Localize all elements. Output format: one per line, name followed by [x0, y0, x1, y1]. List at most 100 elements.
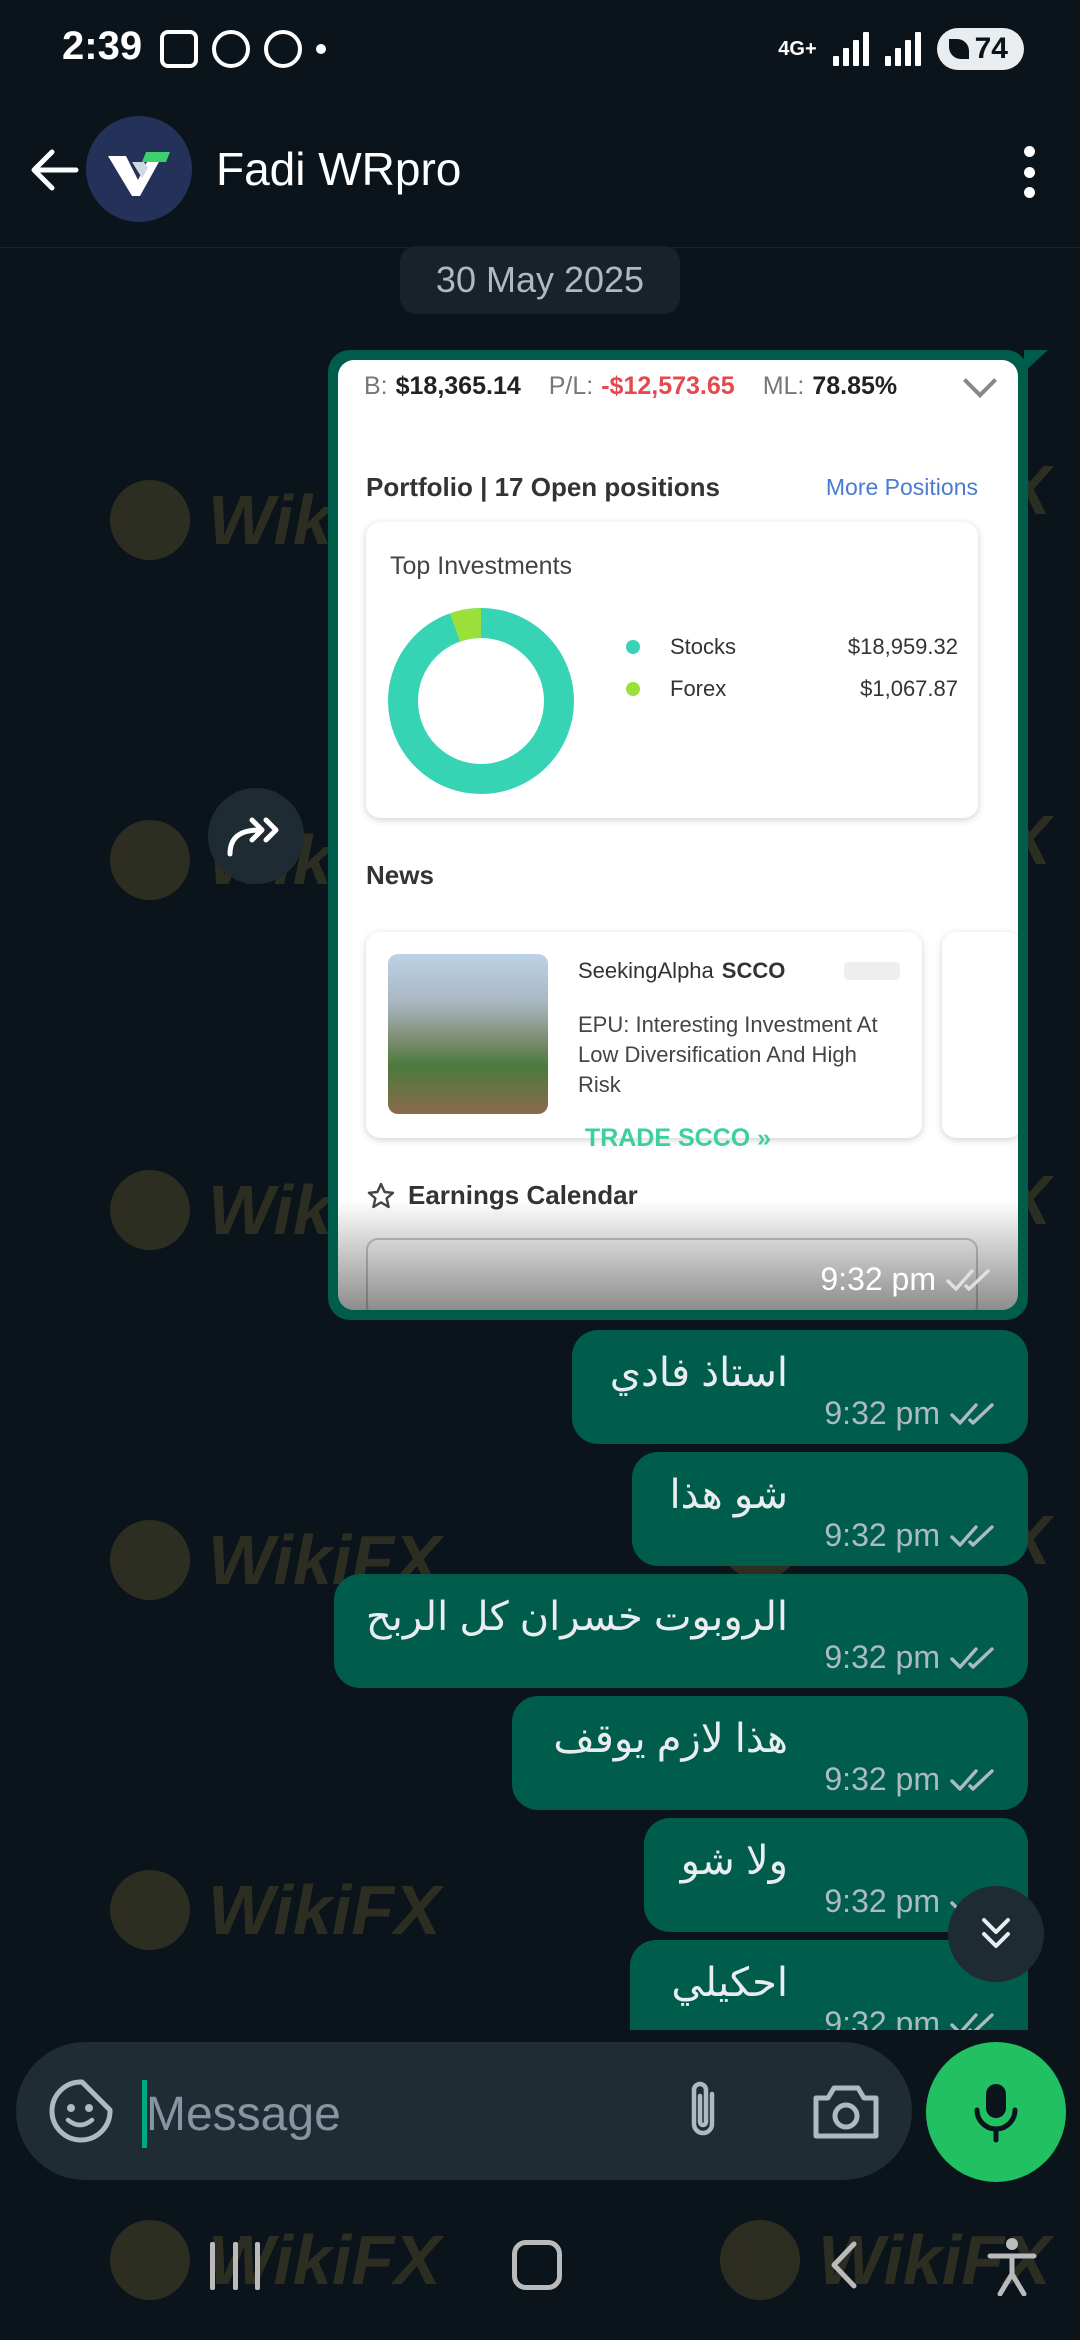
- more-positions-link: More Positions: [825, 474, 978, 500]
- legend-row-stocks: Stocks $18,959.32: [626, 626, 958, 668]
- top-investments-title: Top Investments: [390, 552, 573, 580]
- power-saving-icon: [948, 39, 969, 59]
- image-message-meta: 9:32 pm: [820, 1261, 996, 1298]
- news-headline: EPU: Interesting Investment At Low Diver…: [578, 1012, 878, 1097]
- message-text: احكيلي: [671, 1961, 788, 2005]
- message-text: شو هذا: [669, 1473, 789, 1517]
- legend-value: $18,959.32: [847, 634, 958, 659]
- camera-icon[interactable]: [806, 2076, 886, 2146]
- balance-value: $18,365.14: [395, 372, 521, 400]
- message-bubble[interactable]: استاذ فادي 9:32 pm: [572, 1330, 1028, 1444]
- message-time: 9:32 pm: [824, 1639, 940, 1675]
- news-card-partial: [942, 932, 1018, 1138]
- message-time: 9:32 pm: [820, 1261, 936, 1297]
- brand-logo-icon: [108, 152, 170, 196]
- status-bar: 2:39 4G+ 74: [0, 0, 1080, 100]
- image-message-bubble[interactable]: B: $18,365.14 P/L: -$12,573.65 ML: 78.85…: [328, 350, 1048, 1320]
- double-check-icon: [946, 1268, 990, 1291]
- message-time: 9:32 pm: [824, 1761, 940, 1797]
- message-time: 9:32 pm: [824, 1517, 940, 1553]
- message-meta: 9:32 pm: [824, 1639, 1000, 1676]
- news-card: SeekingAlpha SCCO EPU: Interesting Invest…: [366, 932, 922, 1138]
- account-summary-bar: B: $18,365.14 P/L: -$12,573.65 ML: 78.85…: [364, 363, 997, 401]
- watermark-logo-icon: [110, 1170, 190, 1250]
- top-investments-card: Top Investments Stocks $18,959.32 Forex …: [366, 522, 978, 818]
- recent-apps-icon[interactable]: [210, 2242, 260, 2290]
- message-text: ولا شو: [680, 1839, 788, 1883]
- chat-header: Fadi WRpro: [0, 100, 1080, 248]
- pl-label: P/L:: [548, 372, 594, 400]
- message-bubble[interactable]: شو هذا 9:32 pm: [632, 1452, 1028, 1566]
- pl-value: -$12,573.65: [601, 372, 735, 400]
- status-time: 2:39: [62, 24, 143, 68]
- microphone-icon: [974, 2084, 1018, 2143]
- battery-level: 74: [974, 32, 1008, 65]
- double-check-icon: [950, 1524, 994, 1547]
- system-indicators: 4G+ 74: [778, 28, 1024, 70]
- back-arrow-icon[interactable]: [24, 140, 84, 200]
- message-meta: 9:32 pm: [824, 1517, 1000, 1554]
- battery-indicator: 74: [936, 28, 1024, 70]
- double-chevron-down-icon: [982, 1918, 1010, 1948]
- contact-name[interactable]: Fadi WRpro: [216, 142, 461, 196]
- investment-donut-chart: [388, 608, 574, 794]
- message-text: هذا لازم يوقف: [553, 1717, 788, 1761]
- notification-icons: [160, 30, 326, 68]
- news-ticker: SCCO: [721, 958, 786, 983]
- contact-avatar[interactable]: [86, 116, 192, 222]
- more-options-icon[interactable]: [1014, 142, 1044, 202]
- message-composer: [16, 2042, 912, 2180]
- news-tag-placeholder: [844, 962, 900, 980]
- portfolio-title: Portfolio | 17 Open positions: [366, 472, 720, 502]
- signal-icon-2: [884, 32, 921, 66]
- news-source-name: SeekingAlpha: [578, 958, 714, 983]
- news-label: News: [366, 860, 434, 890]
- legend-row-forex: Forex $1,067.87: [626, 668, 958, 710]
- message-notification-icon: [212, 30, 250, 68]
- message-input[interactable]: [146, 2074, 646, 2154]
- chevron-down-icon: [963, 363, 997, 398]
- watermark-logo-icon: [110, 480, 190, 560]
- trade-button: TRADE SCCO »: [338, 1124, 1018, 1153]
- home-icon[interactable]: [512, 2240, 562, 2290]
- legend-name: Stocks: [670, 634, 737, 659]
- investment-legend: Stocks $18,959.32 Forex $1,067.87: [626, 626, 958, 710]
- paperclip-icon[interactable]: [670, 2076, 740, 2146]
- shared-screenshot-image[interactable]: B: $18,365.14 P/L: -$12,573.65 ML: 78.85…: [338, 360, 1018, 1310]
- message-meta: 9:32 pm: [824, 1395, 1000, 1432]
- message-time: 9:32 pm: [824, 1395, 940, 1431]
- donut-slice-stocks: [388, 608, 574, 794]
- scroll-to-bottom-button[interactable]: [948, 1886, 1044, 1982]
- message-bubble[interactable]: هذا لازم يوقف 9:32 pm: [512, 1696, 1028, 1810]
- system-navigation-bar: [0, 2180, 1080, 2340]
- legend-dot: [626, 640, 640, 654]
- screenshot-icon: [160, 30, 198, 68]
- signal-icon: [832, 32, 869, 66]
- message-time: 9:32 pm: [824, 2005, 940, 2030]
- date-separator: 30 May 2025: [400, 246, 680, 314]
- sticker-icon[interactable]: [46, 2076, 116, 2146]
- message-meta: 9:32 pm: [824, 1761, 1000, 1798]
- message-meta: 9:32 pm: [824, 2005, 1000, 2030]
- message-time: 9:32 pm: [824, 1883, 940, 1919]
- accessibility-icon[interactable]: [984, 2236, 1040, 2296]
- double-check-icon: [950, 1402, 994, 1425]
- voice-message-button[interactable]: [926, 2042, 1066, 2182]
- message-text: استاذ فادي: [609, 1351, 788, 1395]
- trade-button-label: TRADE SCCO: [584, 1124, 751, 1152]
- legend-dot: [626, 682, 640, 696]
- legend-value: $1,067.87: [860, 676, 958, 701]
- double-check-icon: [950, 2012, 994, 2030]
- hearing-icon: [264, 30, 302, 68]
- news-source: SeekingAlpha SCCO: [578, 958, 785, 984]
- forward-button[interactable]: [208, 788, 304, 884]
- news-thumbnail-image: [388, 954, 548, 1114]
- message-bubble[interactable]: الروبوت خسران كل الربح 9:32 pm: [334, 1574, 1028, 1688]
- double-check-icon: [950, 1646, 994, 1669]
- forward-icon: [227, 817, 279, 857]
- nav-back-icon[interactable]: [820, 2240, 870, 2290]
- network-type: 4G+: [778, 38, 817, 60]
- double-chevron-right-icon: »: [757, 1124, 772, 1152]
- watermark-logo-icon: [110, 820, 190, 900]
- more-notifications-dot: [316, 44, 326, 54]
